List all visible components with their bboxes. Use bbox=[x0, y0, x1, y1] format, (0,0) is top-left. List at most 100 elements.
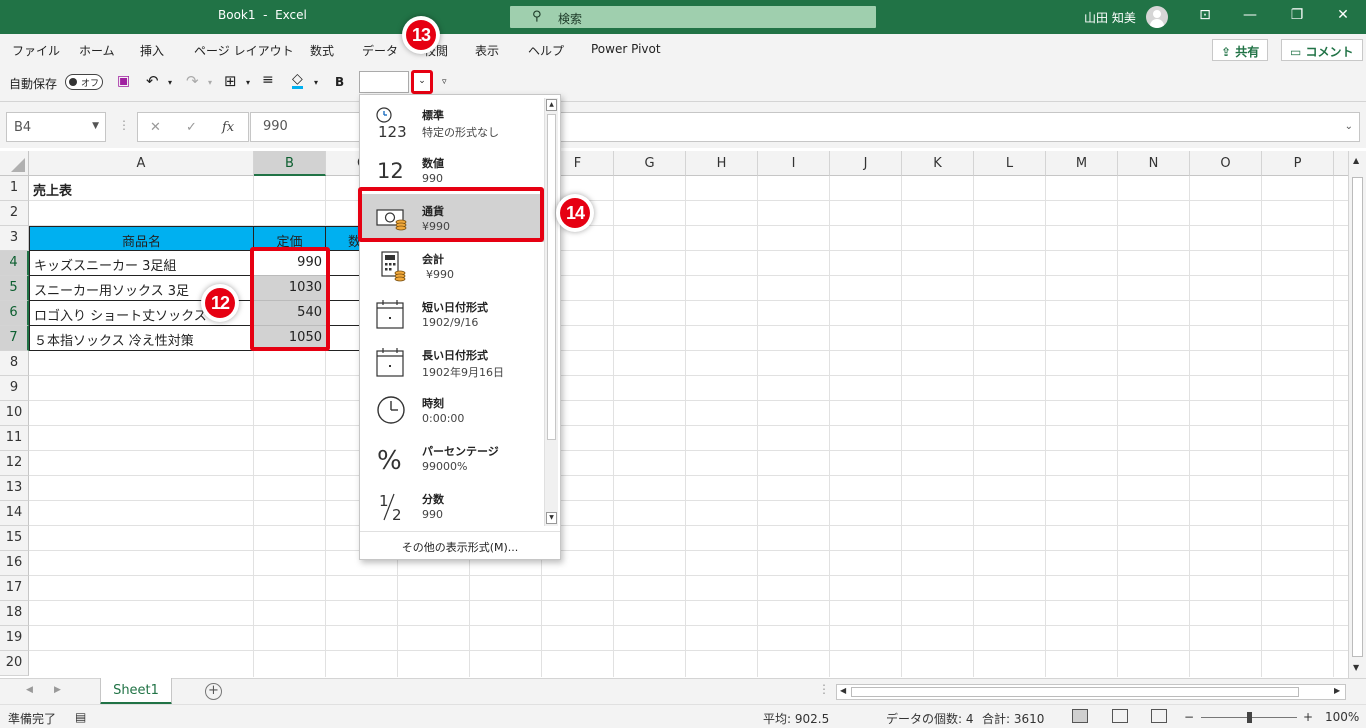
scroll-right-icon[interactable]: ▶ bbox=[1334, 686, 1340, 695]
format-item-time[interactable]: 時刻 0:00:00 bbox=[360, 386, 544, 434]
user-name[interactable]: 山田 知美 bbox=[1084, 9, 1136, 26]
row-header-2[interactable]: 2 bbox=[0, 201, 29, 226]
format-item-accounting[interactable]: 会計 ¥990 bbox=[360, 242, 544, 290]
horizontal-scroll-thumb[interactable] bbox=[851, 687, 1299, 697]
row-header-15[interactable]: 15 bbox=[0, 526, 29, 551]
cell-a7[interactable]: ５本指ソックス 冷え性対策 bbox=[29, 326, 254, 351]
scroll-up-icon[interactable]: ▲ bbox=[1353, 156, 1359, 165]
search-box[interactable]: ⚲ 検索 bbox=[510, 6, 876, 28]
column-header-n[interactable]: N bbox=[1118, 151, 1190, 176]
cell-c7[interactable] bbox=[326, 326, 360, 351]
restore-button[interactable]: ❐ bbox=[1285, 7, 1309, 23]
scroll-down-icon[interactable]: ▼ bbox=[546, 512, 557, 524]
status-average[interactable]: 平均: 902.5 bbox=[763, 710, 829, 727]
format-item-percentage[interactable]: % パーセンテージ 99000% bbox=[360, 434, 544, 482]
status-count[interactable]: データの個数: 4 bbox=[886, 710, 974, 727]
tab-power-pivot[interactable]: Power Pivot bbox=[591, 42, 661, 56]
name-box[interactable]: B4 ▼ bbox=[6, 112, 106, 142]
row-header-3[interactable]: 3 bbox=[0, 226, 29, 251]
column-header-p[interactable]: P bbox=[1262, 151, 1334, 176]
insert-function-icon[interactable]: fx bbox=[222, 120, 234, 135]
row-header-1[interactable]: 1 bbox=[0, 176, 29, 201]
select-all-button[interactable] bbox=[0, 151, 29, 176]
tab-file[interactable]: ファイル bbox=[12, 42, 60, 59]
undo-dropdown-icon[interactable]: ▾ bbox=[168, 78, 172, 87]
status-sum[interactable]: 合計: 3610 bbox=[982, 710, 1044, 727]
expand-formula-icon[interactable]: ⌄ bbox=[1345, 121, 1353, 132]
row-header-18[interactable]: 18 bbox=[0, 601, 29, 626]
add-sheet-button[interactable]: + bbox=[205, 683, 222, 700]
ribbon-display-icon[interactable]: ⊡ bbox=[1193, 7, 1217, 23]
row-header-14[interactable]: 14 bbox=[0, 501, 29, 526]
row-header-10[interactable]: 10 bbox=[0, 401, 29, 426]
horizontal-scrollbar[interactable]: ◀ ▶ bbox=[836, 684, 1346, 700]
borders-dropdown-icon[interactable]: ▾ bbox=[246, 78, 250, 87]
normal-view-icon[interactable] bbox=[1072, 709, 1088, 723]
tab-insert[interactable]: 挿入 bbox=[140, 42, 164, 59]
tab-view[interactable]: 表示 bbox=[475, 42, 499, 59]
customize-toolbar-icon[interactable]: ▿ bbox=[442, 77, 447, 87]
format-item-fraction[interactable]: 1 2 分数 990 bbox=[360, 482, 544, 530]
cell-a1[interactable]: 売上表 bbox=[29, 176, 253, 201]
save-icon[interactable]: ▣ bbox=[117, 73, 130, 89]
row-header-7[interactable]: 7 bbox=[0, 326, 29, 351]
row-header-17[interactable]: 17 bbox=[0, 576, 29, 601]
zoom-level[interactable]: 100% bbox=[1325, 710, 1359, 724]
number-format-dropdown-button[interactable]: ⌄ bbox=[411, 70, 433, 94]
row-header-6[interactable]: 6 bbox=[0, 301, 29, 326]
zoom-out-button[interactable]: − bbox=[1184, 710, 1194, 724]
autosave-toggle[interactable]: オフ bbox=[65, 74, 103, 90]
more-number-formats[interactable]: その他の表示形式(M)... bbox=[360, 531, 560, 559]
scroll-down-icon[interactable]: ▼ bbox=[1353, 663, 1359, 672]
enter-icon[interactable]: ✓ bbox=[186, 120, 197, 135]
redo-dropdown-icon[interactable]: ▾ bbox=[208, 78, 212, 87]
column-header-l[interactable]: L bbox=[974, 151, 1046, 176]
row-header-8[interactable]: 8 bbox=[0, 351, 29, 376]
bold-button[interactable]: B bbox=[335, 75, 344, 89]
fill-color-dropdown-icon[interactable]: ▾ bbox=[314, 78, 318, 87]
column-header-b[interactable]: B bbox=[254, 151, 326, 176]
row-header-11[interactable]: 11 bbox=[0, 426, 29, 451]
cell-c5[interactable] bbox=[326, 276, 360, 301]
dropdown-scrollbar[interactable]: ▲ ▼ bbox=[544, 98, 558, 526]
tab-home[interactable]: ホーム bbox=[79, 42, 115, 59]
row-header-9[interactable]: 9 bbox=[0, 376, 29, 401]
avatar[interactable] bbox=[1146, 6, 1168, 28]
undo-icon[interactable]: ↶ bbox=[146, 72, 159, 90]
next-sheet-icon[interactable]: ▶ bbox=[54, 685, 61, 695]
page-break-preview-icon[interactable] bbox=[1151, 709, 1167, 723]
close-button[interactable]: ✕ bbox=[1331, 7, 1355, 23]
cell-c3[interactable]: 数 bbox=[325, 226, 361, 251]
format-item-short-date[interactable]: 短い日付形式 1902/9/16 bbox=[360, 290, 544, 338]
row-header-19[interactable]: 19 bbox=[0, 626, 29, 651]
column-header-j[interactable]: J bbox=[830, 151, 902, 176]
redo-icon[interactable]: ↷ bbox=[186, 72, 199, 90]
column-header-h[interactable]: H bbox=[686, 151, 758, 176]
sheet-tab-sheet1[interactable]: Sheet1 bbox=[100, 678, 172, 705]
fill-color-icon[interactable]: ◇ bbox=[292, 72, 303, 89]
name-box-dropdown-icon[interactable]: ▼ bbox=[92, 121, 99, 131]
column-header-m[interactable]: M bbox=[1046, 151, 1118, 176]
column-header-i[interactable]: I bbox=[758, 151, 830, 176]
minimize-button[interactable]: — bbox=[1238, 7, 1262, 23]
align-center-icon[interactable]: ≡ bbox=[262, 72, 274, 88]
column-header-g[interactable]: G bbox=[614, 151, 686, 176]
cell-c4[interactable] bbox=[326, 251, 360, 276]
vertical-scroll-thumb[interactable] bbox=[1352, 177, 1363, 657]
tab-formulas[interactable]: 数式 bbox=[310, 42, 334, 59]
scroll-left-icon[interactable]: ◀ bbox=[840, 686, 846, 695]
zoom-in-button[interactable]: + bbox=[1303, 710, 1313, 724]
number-format-combobox[interactable] bbox=[359, 71, 409, 93]
tab-data[interactable]: データ bbox=[362, 42, 398, 59]
column-header-q[interactable] bbox=[1334, 151, 1348, 176]
tab-page-layout[interactable]: ページ レイアウト bbox=[194, 42, 294, 59]
row-header-20[interactable]: 20 bbox=[0, 651, 29, 676]
column-header-a[interactable]: A bbox=[29, 151, 254, 176]
tab-splitter-icon[interactable]: ⋮ bbox=[818, 682, 830, 696]
comment-button[interactable]: ▭ コメント bbox=[1281, 39, 1363, 61]
prev-sheet-icon[interactable]: ◀ bbox=[26, 685, 33, 695]
row-header-16[interactable]: 16 bbox=[0, 551, 29, 576]
borders-icon[interactable]: ⊞ bbox=[224, 72, 237, 90]
dropdown-scroll-thumb[interactable] bbox=[547, 114, 556, 440]
format-item-long-date[interactable]: 長い日付形式 1902年9月16日 bbox=[360, 338, 544, 386]
